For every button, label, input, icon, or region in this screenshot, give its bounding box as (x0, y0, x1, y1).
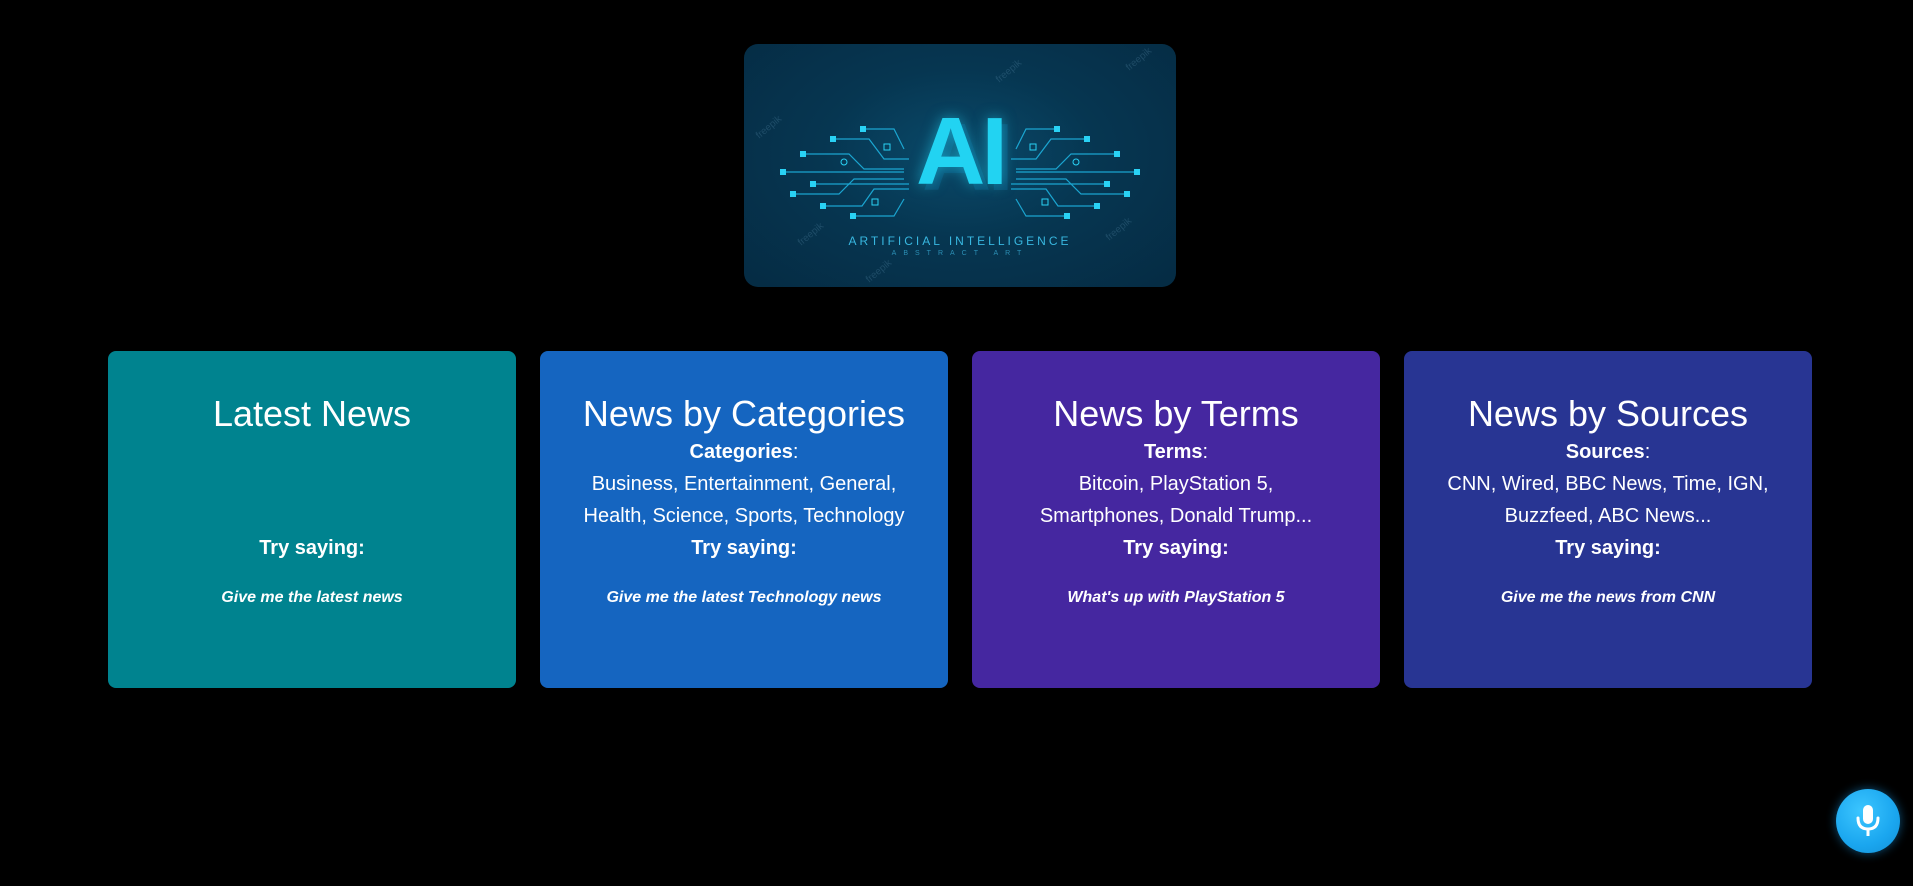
card-list-line: Health, Science, Sports, Technology (583, 505, 905, 527)
ai-logo-banner: AI ARTIFICIAL INTELLIGENCE ABSTRACT ART … (744, 44, 1176, 287)
card-label-line: Terms: (1143, 441, 1209, 463)
card-news-by-sources: News by Sources Sources: CNN, Wired, BBC… (1404, 351, 1812, 688)
page: AI ARTIFICIAL INTELLIGENCE ABSTRACT ART … (0, 0, 1913, 886)
example-phrase: What's up with PlayStation 5 (1067, 589, 1285, 606)
card-list-line: Smartphones, Donald Trump... (1039, 505, 1313, 527)
card-news-by-categories: News by Categories Categories: Business,… (540, 351, 948, 688)
card-label: Categories (689, 441, 793, 463)
try-saying-label: Try saying: (1123, 537, 1229, 559)
card-list-line: Business, Entertainment, General, (591, 473, 897, 495)
example-phrase: Give me the news from CNN (1500, 589, 1716, 606)
card-label: Terms (1143, 441, 1203, 463)
example-phrase: Give me the latest Technology news (606, 589, 882, 606)
logo-ai-word: AI (916, 98, 1008, 205)
card-latest-news: Latest News Try saying: Give me the late… (108, 351, 516, 688)
card-label-line: Sources: (1565, 441, 1651, 463)
example-phrase: Give me the latest news (221, 589, 403, 606)
card-title: News by Sources (1467, 393, 1749, 434)
card-title: News by Categories (582, 393, 906, 434)
card-label-line: Categories: (689, 441, 799, 463)
card-list-line: Buzzfeed, ABC News... (1504, 505, 1712, 527)
microphone-icon (1856, 805, 1880, 836)
card-title: Latest News (212, 393, 412, 434)
try-saying-label: Try saying: (691, 537, 797, 559)
microphone-button[interactable] (1836, 789, 1900, 853)
try-saying-label: Try saying: (1555, 537, 1661, 559)
card-list-line: CNN, Wired, BBC News, Time, IGN, (1447, 473, 1769, 495)
card-news-by-terms: News by Terms Terms: Bitcoin, PlayStatio… (972, 351, 1380, 688)
logo-subtitle-secondary: ABSTRACT ART (891, 250, 1029, 257)
try-saying-label: Try saying: (259, 537, 365, 559)
card-list-line: Bitcoin, PlayStation 5, (1078, 473, 1274, 495)
card-title: News by Terms (1053, 393, 1299, 434)
card-label: Sources (1565, 441, 1645, 463)
